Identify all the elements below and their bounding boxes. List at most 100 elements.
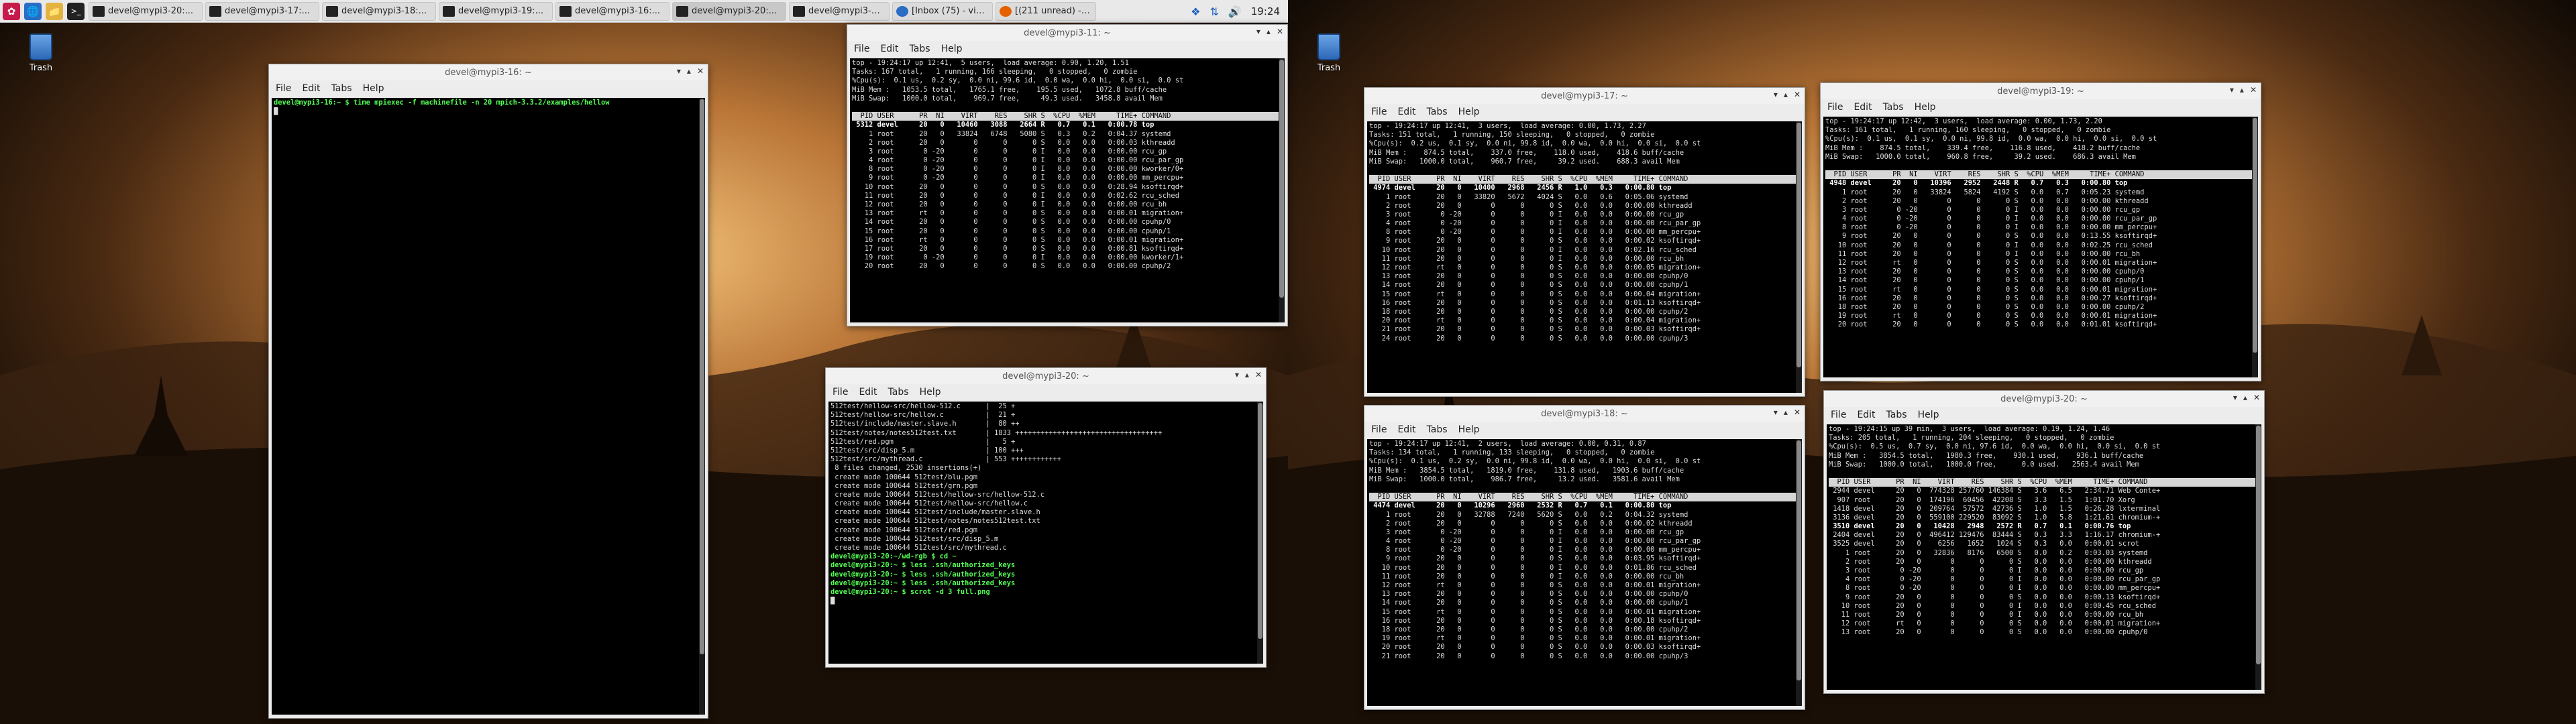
menu-file[interactable]: File [1371, 424, 1387, 435]
menu-help[interactable]: Help [1915, 102, 1936, 113]
menu-tabs[interactable]: Tabs [1427, 424, 1448, 435]
scrollbar-thumb[interactable] [700, 99, 704, 654]
terminal-scrollbar[interactable] [2252, 117, 2258, 377]
scrollbar-thumb[interactable] [1279, 60, 1284, 298]
menu-edit[interactable]: Edit [1857, 410, 1875, 420]
terminal-scrollbar[interactable] [1279, 58, 1285, 322]
volume-icon[interactable]: 🔊 [1228, 5, 1242, 18]
scrollbar-thumb[interactable] [1796, 123, 1801, 367]
window-titlebar[interactable]: devel@mypi3-17: ~ ▾ ▴ ✕ [1364, 88, 1805, 104]
close-icon[interactable]: ✕ [2250, 85, 2257, 95]
terminal-output[interactable]: top - 19:24:17 up 12:42, 3 users, load a… [1823, 117, 2258, 377]
terminal-window[interactable]: devel@mypi3-18: ~ ▾ ▴ ✕ File Edit Tabs Help top … [1364, 405, 1805, 710]
window-titlebar[interactable]: devel@mypi3-20: ~ ▾ ▴ ✕ [826, 368, 1266, 384]
taskbar-task[interactable]: [Inbox (75) - vidal... [892, 1, 993, 21]
terminal-window[interactable]: devel@mypi3-20: ~ ▾ ▴ ✕ File Edit Tabs Help top … [1823, 390, 2265, 694]
menu-file[interactable]: File [1371, 107, 1387, 117]
scrollbar-thumb[interactable] [2256, 426, 2261, 665]
minimize-icon[interactable]: ▾ [677, 66, 681, 76]
terminal-launcher-icon[interactable]: >_ [67, 2, 85, 20]
menu-file[interactable]: File [1827, 102, 1843, 113]
scrollbar-thumb[interactable] [1258, 403, 1263, 639]
menu-file[interactable]: File [276, 83, 291, 94]
maximize-icon[interactable]: ▴ [687, 66, 691, 76]
menu-edit[interactable]: Edit [880, 44, 898, 54]
maximize-icon[interactable]: ▴ [1267, 27, 1271, 36]
taskbar-task[interactable]: devel@mypi3-19:... [439, 1, 553, 21]
menu-help[interactable]: Help [920, 387, 941, 398]
menu-tabs[interactable]: Tabs [1427, 107, 1448, 117]
minimize-icon[interactable]: ▾ [1774, 90, 1778, 99]
close-icon[interactable]: ✕ [1794, 408, 1801, 417]
web-browser-icon[interactable]: 🌐 [24, 2, 42, 20]
terminal-output[interactable]: top - 19:24:17 up 12:41, 2 users, load a… [1367, 439, 1802, 706]
maximize-icon[interactable]: ▴ [1784, 408, 1788, 417]
trash-desktop-icon[interactable]: Trash [1309, 34, 1349, 73]
terminal-scrollbar[interactable] [699, 98, 705, 715]
maximize-icon[interactable]: ▴ [1245, 370, 1249, 379]
window-titlebar[interactable]: devel@mypi3-19: ~ ▾ ▴ ✕ [1821, 83, 2261, 99]
clock[interactable]: 19:24 [1251, 5, 1280, 17]
menu-tabs[interactable]: Tabs [331, 83, 352, 94]
menu-edit[interactable]: Edit [1397, 424, 1415, 435]
menu-help[interactable]: Help [363, 83, 384, 94]
terminal-scrollbar[interactable] [1257, 402, 1263, 664]
close-icon[interactable]: ✕ [2253, 393, 2260, 402]
menu-help[interactable]: Help [941, 44, 963, 54]
minimize-icon[interactable]: ▾ [1774, 408, 1778, 417]
minimize-icon[interactable]: ▾ [1256, 27, 1260, 36]
trash-desktop-icon[interactable]: Trash [21, 34, 61, 73]
taskbar-task[interactable]: [(211 unread) - de... [996, 1, 1096, 21]
menu-help[interactable]: Help [1458, 107, 1480, 117]
minimize-icon[interactable]: ▾ [2230, 85, 2234, 95]
menu-file[interactable]: File [1831, 410, 1846, 420]
minimize-icon[interactable]: ▾ [1235, 370, 1239, 379]
taskbar-task[interactable]: devel@mypi3-16:... [789, 1, 890, 21]
terminal-window[interactable]: devel@mypi3-17: ~ ▾ ▴ ✕ File Edit Tabs Help top … [1364, 87, 1805, 397]
network-icon[interactable]: ⇅ [1210, 5, 1218, 18]
menu-help[interactable]: Help [1458, 424, 1480, 435]
maximize-icon[interactable]: ▴ [2243, 393, 2247, 402]
terminal-window[interactable]: devel@mypi3-19: ~ ▾ ▴ ✕ File Edit Tabs Help top … [1820, 82, 2261, 381]
terminal-scrollbar[interactable] [1796, 439, 1802, 706]
menu-edit[interactable]: Edit [859, 387, 877, 398]
terminal-output[interactable]: 512test/hellow-src/hellow-512.c | 25 +51… [828, 402, 1263, 664]
maximize-icon[interactable]: ▴ [1784, 90, 1788, 99]
window-titlebar[interactable]: devel@mypi3-11: ~ ▾ ▴ ✕ [847, 25, 1287, 41]
maximize-icon[interactable]: ▴ [2240, 85, 2244, 95]
menu-edit[interactable]: Edit [1854, 102, 1872, 113]
close-icon[interactable]: ✕ [1794, 90, 1801, 99]
taskbar-task[interactable]: devel@mypi3-20:... [89, 1, 203, 21]
terminal-window[interactable]: devel@mypi3-16: ~ ▾ ▴ ✕ File Edit Tabs Help deve… [268, 64, 708, 719]
bluetooth-icon[interactable]: ❖ [1191, 5, 1200, 18]
menu-tabs[interactable]: Tabs [1886, 410, 1907, 420]
menu-edit[interactable]: Edit [1397, 107, 1415, 117]
terminal-output[interactable]: top - 19:24:17 up 12:41, 3 users, load a… [1367, 121, 1802, 393]
terminal-scrollbar[interactable] [1796, 121, 1802, 393]
terminal-window[interactable]: devel@mypi3-11: ~ ▾ ▴ ✕ File Edit Tabs Help top … [847, 24, 1288, 326]
raspberry-menu-icon[interactable]: ✿ [3, 2, 20, 20]
scrollbar-thumb[interactable] [2253, 118, 2257, 353]
terminal-output[interactable]: top - 19:24:15 up 39 min, 3 users, load … [1827, 424, 2261, 690]
taskbar-task[interactable]: devel@mypi3-18:... [322, 1, 436, 21]
file-manager-icon[interactable]: 📁 [46, 2, 63, 20]
menu-file[interactable]: File [854, 44, 869, 54]
minimize-icon[interactable]: ▾ [2233, 393, 2237, 402]
close-icon[interactable]: ✕ [1255, 370, 1262, 379]
taskbar-task[interactable]: devel@mypi3-16:... [555, 1, 669, 21]
menu-help[interactable]: Help [1918, 410, 1939, 420]
menu-tabs[interactable]: Tabs [888, 387, 909, 398]
scrollbar-thumb[interactable] [1796, 440, 1801, 681]
window-titlebar[interactable]: devel@mypi3-18: ~ ▾ ▴ ✕ [1364, 406, 1805, 422]
terminal-output[interactable]: top - 19:24:17 up 12:41, 5 users, load a… [850, 58, 1285, 322]
menu-edit[interactable]: Edit [302, 83, 320, 94]
menu-tabs[interactable]: Tabs [910, 44, 930, 54]
terminal-output[interactable]: devel@mypi3-16:~ $ time mpiexec -f machi… [272, 98, 705, 715]
menu-tabs[interactable]: Tabs [1883, 102, 1904, 113]
window-titlebar[interactable]: devel@mypi3-20: ~ ▾ ▴ ✕ [1824, 391, 2264, 407]
menu-file[interactable]: File [833, 387, 848, 398]
taskbar-task[interactable]: devel@mypi3-20:... [672, 1, 786, 21]
taskbar-task[interactable]: devel@mypi3-17:... [205, 1, 319, 21]
window-titlebar[interactable]: devel@mypi3-16: ~ ▾ ▴ ✕ [269, 64, 708, 80]
terminal-window[interactable]: devel@mypi3-20: ~ ▾ ▴ ✕ File Edit Tabs Help 512t… [825, 367, 1267, 668]
